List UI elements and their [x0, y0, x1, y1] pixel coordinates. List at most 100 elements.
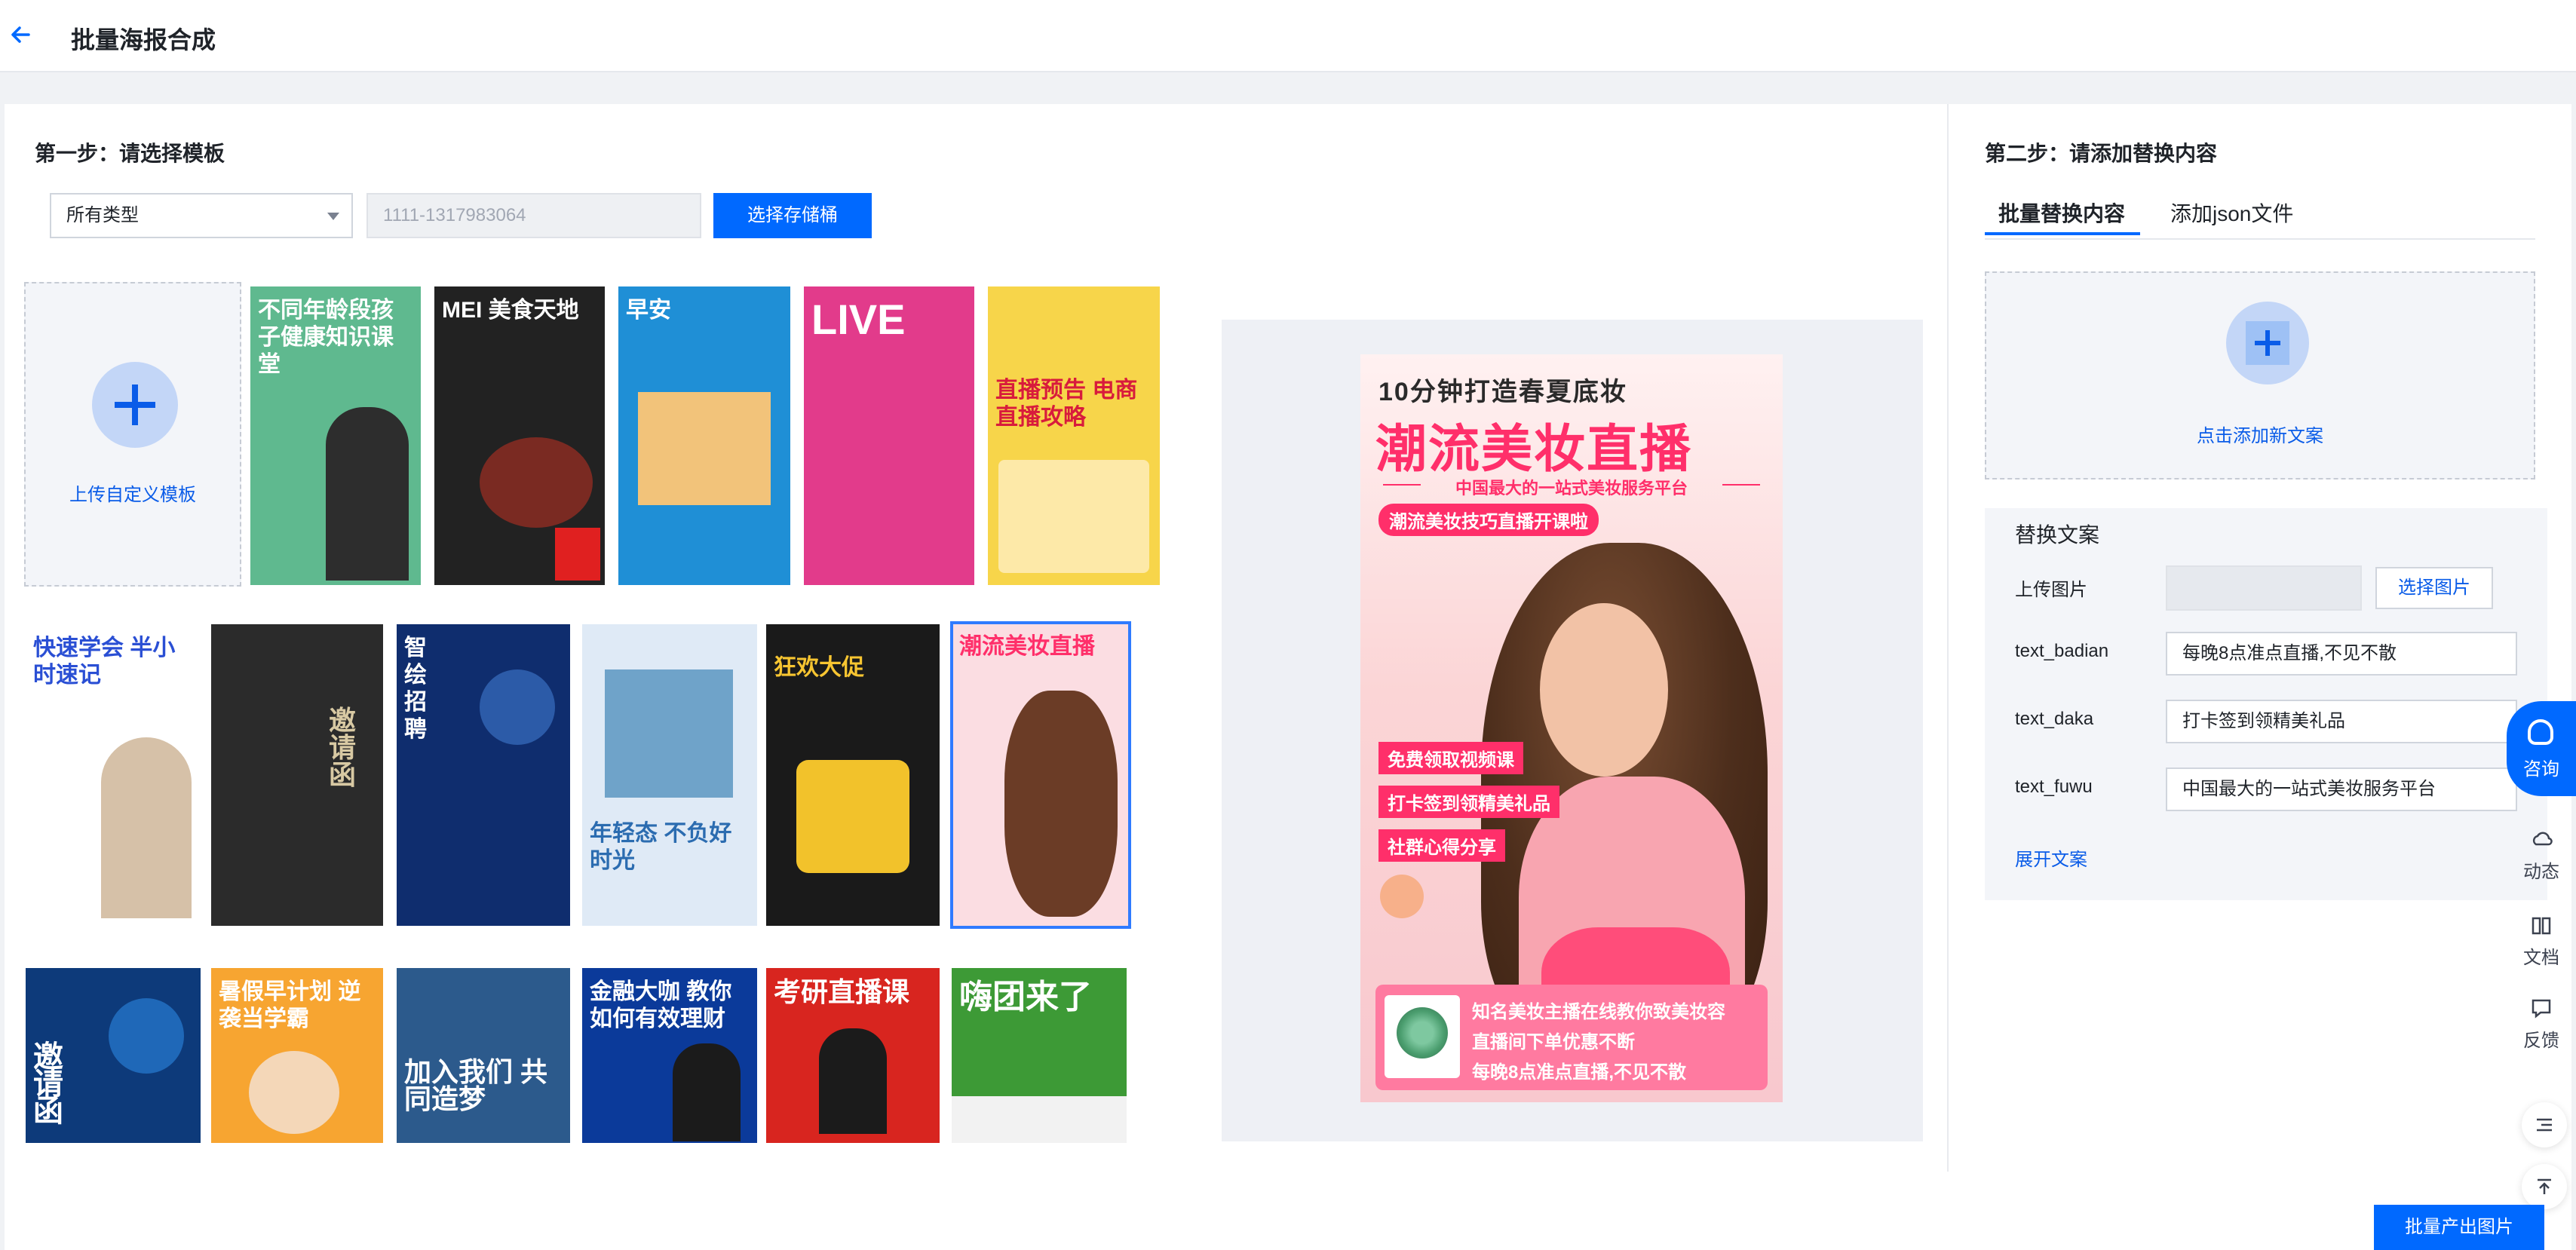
template-title: 金融大咖 教你如何有效理财 — [590, 979, 732, 1031]
field-label: text_fuwu — [2015, 777, 2093, 797]
field-label: text_badian — [2015, 641, 2109, 661]
template-photo — [819, 1028, 887, 1134]
template-title: 考研直播课 — [774, 976, 910, 1007]
poster-badge: 社群心得分享 — [1378, 829, 1505, 862]
template-thumb[interactable]: 加入我们 共同造梦 — [397, 968, 570, 1143]
expand-copy-link[interactable]: 展开文案 — [2015, 844, 2087, 871]
template-title: 加入我们 共同造梦 — [404, 1056, 548, 1114]
template-thumb[interactable]: 邀请函 — [26, 968, 201, 1143]
template-thumb[interactable]: LIVE — [804, 286, 974, 585]
add-copy-label: 点击添加新文案 — [2197, 426, 2323, 446]
template-photo — [605, 669, 733, 798]
list-button[interactable] — [2522, 1102, 2567, 1147]
template-thumb[interactable]: 不同年龄段孩子健康知识课堂 — [250, 286, 421, 585]
template-title: 嗨团来了 — [959, 979, 1092, 1016]
feedback-button[interactable]: 反馈 — [2511, 997, 2571, 1052]
template-photo — [480, 669, 555, 745]
image-preview-box[interactable] — [2166, 565, 2362, 611]
back-arrow-icon[interactable] — [6, 20, 36, 50]
poster-info-line: 知名美妆主播在线教你致美妆容 — [1472, 1002, 1725, 1022]
replace-pane: 第二步：请添加替换内容 批量替换内容 添加json文件 点击添加新文案 替换文案… — [1950, 104, 2571, 1172]
template-title: 邀请函 — [329, 705, 357, 790]
consult-button[interactable]: 咨询 — [2507, 701, 2576, 796]
poster-badge: 免费领取视频课 — [1378, 742, 1523, 774]
template-thumb[interactable]: 嗨团来了 — [952, 968, 1127, 1143]
poster-preview: 10分钟打造春夏底妆 潮流美妆直播 中国最大的一站式美妆服务平台 潮流美妆技巧直… — [1360, 354, 1783, 1102]
text-daka-field[interactable]: 打卡签到领精美礼品 — [2166, 700, 2517, 743]
back-to-top-button[interactable] — [2522, 1164, 2567, 1209]
poster-info-box: 知名美妆主播在线教你致美妆容 直播间下单优惠不断 每晚8点准点直播,不见不散 — [1375, 985, 1768, 1090]
template-thumb[interactable]: 暑假早计划 逆袭当学霸 — [211, 968, 383, 1143]
template-title: 暑假早计划 逆袭当学霸 — [219, 979, 361, 1031]
template-thumb[interactable]: 邀请函 — [211, 624, 383, 926]
template-thumb[interactable]: MEI 美食天地 — [434, 286, 605, 585]
poster-decoration — [1380, 875, 1424, 918]
book-icon — [2532, 917, 2551, 935]
template-photo — [1004, 691, 1118, 917]
select-image-button[interactable]: 选择图片 — [2375, 567, 2493, 609]
message-icon — [2532, 999, 2551, 1019]
tab-divider — [1985, 238, 2535, 240]
dynamic-button[interactable]: 动态 — [2511, 828, 2571, 883]
step2-title: 第二步：请添加替换内容 — [1985, 142, 2218, 165]
list-icon — [2537, 1118, 2552, 1132]
template-thumb[interactable]: 早安 — [618, 286, 790, 585]
template-title: 狂欢大促 — [774, 655, 864, 680]
type-select[interactable]: 所有类型 — [50, 193, 353, 238]
batch-generate-button[interactable]: 批量产出图片 — [2374, 1205, 2544, 1250]
docs-label: 文档 — [2523, 948, 2559, 968]
template-photo — [326, 407, 409, 581]
page-title: 批量海报合成 — [71, 26, 216, 54]
poster-info-line: 直播间下单优惠不断 — [1472, 1032, 1635, 1052]
preview-stage: 10分钟打造春夏底妆 潮流美妆直播 中国最大的一站式美妆服务平台 潮流美妆技巧直… — [1222, 320, 1923, 1141]
text-fuwu-field[interactable]: 中国最大的一站式美妆服务平台 — [2166, 767, 2517, 811]
poster-title: 潮流美妆直播 — [1375, 421, 1693, 478]
template-thumb[interactable]: 智绘招聘 — [397, 624, 570, 926]
template-thumb[interactable]: 直播预告 电商直播攻略 — [988, 286, 1160, 585]
template-photo — [952, 1096, 1127, 1143]
template-accent — [555, 528, 600, 581]
upload-custom-template[interactable]: 上传自定义模板 — [24, 282, 241, 587]
template-title: 智绘招聘 — [404, 636, 427, 742]
poster-tag: 潮流美妆技巧直播开课啦 — [1378, 504, 1599, 536]
add-circle — [2226, 302, 2309, 384]
template-thumb[interactable]: 年轻态 不负好时光 — [582, 624, 757, 926]
poster-badge: 打卡签到领精美礼品 — [1378, 786, 1559, 818]
template-thumb[interactable]: 考研直播课 — [766, 968, 940, 1143]
qr-code-icon — [1385, 995, 1460, 1078]
plus-icon — [92, 362, 178, 448]
template-photo — [480, 437, 593, 528]
template-title: LIVE — [811, 296, 906, 343]
template-thumb[interactable]: 快速学会 半小时速记 — [26, 624, 201, 926]
template-photo — [249, 1051, 339, 1134]
add-copy-area[interactable]: 点击添加新文案 — [1985, 271, 2535, 479]
replace-panel: 替换文案 上传图片 选择图片 text_badian 每晚8点准点直播,不见不散… — [1985, 508, 2547, 900]
arrow-up-icon — [2538, 1178, 2551, 1194]
template-thumb-selected[interactable]: 潮流美妆直播 — [950, 621, 1131, 929]
main-card: 第一步：请选择模板 所有类型 1111-1317983064 选择存储桶 上传自… — [5, 104, 2571, 1250]
poster-subtitle: 10分钟打造春夏底妆 — [1378, 378, 1627, 406]
template-title: 不同年龄段孩子健康知识课堂 — [258, 298, 394, 377]
cloud-icon — [2532, 832, 2553, 846]
template-thumb[interactable]: 狂欢大促 — [766, 624, 940, 926]
template-thumb[interactable]: 金融大咖 教你如何有效理财 — [582, 968, 757, 1143]
field-label: text_daka — [2015, 709, 2094, 729]
dynamic-label: 动态 — [2523, 862, 2559, 882]
template-title: MEI 美食天地 — [442, 298, 579, 323]
template-panel — [998, 460, 1149, 573]
upload-image-label: 上传图片 — [2015, 580, 2087, 600]
chevron-down-icon — [327, 213, 339, 220]
docs-button[interactable]: 文档 — [2511, 914, 2571, 969]
tab-add-json[interactable]: 添加json文件 — [2170, 198, 2293, 235]
tab-batch-replace[interactable]: 批量替换内容 — [1985, 198, 2140, 235]
plus-icon — [2246, 321, 2289, 365]
text-badian-field[interactable]: 每晚8点准点直播,不见不散 — [2166, 632, 2517, 676]
template-photo — [673, 1043, 741, 1141]
select-bucket-button[interactable]: 选择存储桶 — [713, 193, 872, 238]
template-title: 年轻态 不负好时光 — [590, 821, 732, 873]
template-photo — [796, 760, 909, 873]
bucket-input[interactable]: 1111-1317983064 — [366, 193, 701, 238]
template-pane: 第一步：请选择模板 所有类型 1111-1317983064 选择存储桶 上传自… — [5, 104, 1949, 1172]
replace-panel-title: 替换文案 — [2015, 523, 2100, 547]
poster-slogan: 中国最大的一站式美妆服务平台 — [1383, 475, 1760, 499]
